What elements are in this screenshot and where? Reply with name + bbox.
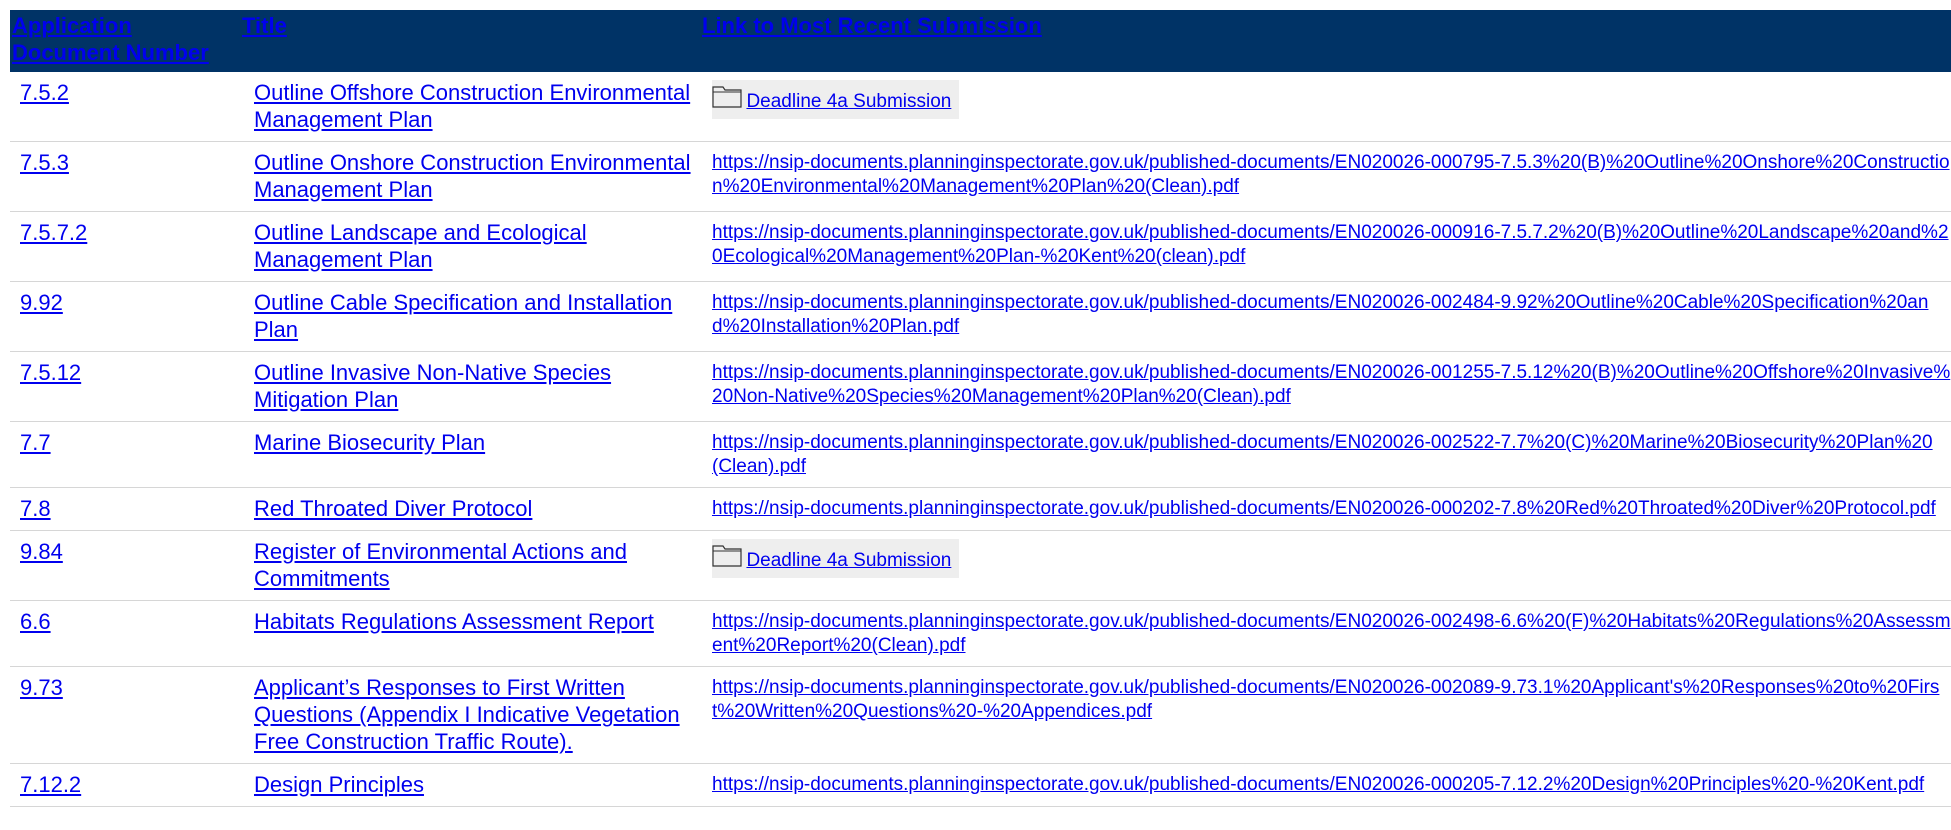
title-cell: Red Throated Diver Protocol: [240, 487, 700, 531]
submission-url-link[interactable]: https://nsip-documents.planninginspector…: [712, 497, 1951, 521]
folder-link-box: Deadline 4a Submission: [712, 539, 960, 578]
header-doc-number-link[interactable]: Application Document Number: [12, 13, 209, 65]
doc-number-link[interactable]: 7.5.3: [20, 150, 69, 175]
submission-url-link[interactable]: https://nsip-documents.planninginspector…: [712, 151, 1951, 199]
title-link[interactable]: Applicant’s Responses to First Written Q…: [254, 675, 680, 754]
table-row: 9.92 Outline Cable Specification and Inst…: [10, 281, 1951, 352]
table-row: 7.8 Red Throated Diver Protocol https://ns…: [10, 487, 1951, 531]
folder-icon: [712, 543, 742, 572]
title-cell: Applicant’s Responses to First Written Q…: [240, 666, 700, 764]
doc-number-link[interactable]: 7.5.7.2: [20, 220, 87, 245]
doc-number-cell: 7.5.3: [10, 141, 240, 212]
submission-link-cell: https://nsip-documents.planninginspector…: [700, 421, 1951, 488]
submission-link-cell: https://nsip-documents.planninginspector…: [700, 351, 1951, 422]
title-cell: Outline Invasive Non-Native Species Miti…: [240, 351, 700, 422]
submission-link-cell: https://nsip-documents.planninginspector…: [700, 141, 1951, 212]
submission-link-cell: https://nsip-documents.planninginspector…: [700, 487, 1951, 531]
title-link[interactable]: Outline Offshore Construction Environmen…: [254, 80, 690, 132]
title-link[interactable]: Outline Invasive Non-Native Species Miti…: [254, 360, 611, 412]
doc-number-cell: 9.73: [10, 666, 240, 764]
doc-number-cell: 7.5.12: [10, 351, 240, 422]
table-row: 9.84 Register of Environmental Actions an…: [10, 530, 1951, 601]
document-table: Application Document Number Title Link t…: [10, 10, 1951, 807]
doc-number-cell: 6.6: [10, 600, 240, 667]
submission-url-link[interactable]: https://nsip-documents.planninginspector…: [712, 610, 1951, 658]
table-row: 9.73 Applicant’s Responses to First Writt…: [10, 666, 1951, 764]
submission-link-cell: https://nsip-documents.planninginspector…: [700, 763, 1951, 807]
folder-link[interactable]: Deadline 4a Submission: [746, 91, 951, 112]
title-cell: Marine Biosecurity Plan: [240, 421, 700, 488]
doc-number-cell: 9.92: [10, 281, 240, 352]
doc-number-cell: 9.84: [10, 530, 240, 601]
table-row: 7.7 Marine Biosecurity Plan https://nsip-d…: [10, 421, 1951, 488]
table-row: 7.5.2 Outline Offshore Construction Envir…: [10, 72, 1951, 142]
submission-link-cell: https://nsip-documents.planninginspector…: [700, 600, 1951, 667]
submission-link-cell: https://nsip-documents.planninginspector…: [700, 281, 1951, 352]
header-link-link[interactable]: Link to Most Recent Submission: [702, 13, 1042, 38]
doc-number-cell: 7.7: [10, 421, 240, 488]
doc-number-link[interactable]: 9.84: [20, 539, 63, 564]
submission-url-link[interactable]: https://nsip-documents.planninginspector…: [712, 361, 1951, 409]
submission-link-cell: https://nsip-documents.planninginspector…: [700, 666, 1951, 764]
table-row: 7.12.2 Design Principles https://nsip-docu…: [10, 763, 1951, 807]
folder-link-box: Deadline 4a Submission: [712, 80, 960, 119]
title-link[interactable]: Outline Landscape and Ecological Managem…: [254, 220, 587, 272]
title-link[interactable]: Outline Cable Specification and Installa…: [254, 290, 672, 342]
folder-icon: [712, 84, 742, 113]
doc-number-link[interactable]: 7.7: [20, 430, 51, 455]
submission-link-cell: Deadline 4a Submission: [700, 530, 1951, 601]
title-cell: Outline Cable Specification and Installa…: [240, 281, 700, 352]
doc-number-link[interactable]: 9.92: [20, 290, 63, 315]
doc-number-link[interactable]: 9.73: [20, 675, 63, 700]
table-row: 6.6 Habitats Regulations Assessment Repor…: [10, 600, 1951, 667]
submission-url-link[interactable]: https://nsip-documents.planninginspector…: [712, 221, 1951, 269]
doc-number-cell: 7.5.2: [10, 72, 240, 142]
title-link[interactable]: Design Principles: [254, 772, 424, 797]
submission-url-link[interactable]: https://nsip-documents.planninginspector…: [712, 676, 1951, 724]
submission-link-cell: https://nsip-documents.planninginspector…: [700, 211, 1951, 282]
submission-url-link[interactable]: https://nsip-documents.planninginspector…: [712, 291, 1951, 339]
doc-number-cell: 7.8: [10, 487, 240, 531]
doc-number-cell: 7.12.2: [10, 763, 240, 807]
title-cell: Register of Environmental Actions and Co…: [240, 530, 700, 601]
document-table-container: Application Document Number Title Link t…: [10, 10, 1951, 807]
submission-url-link[interactable]: https://nsip-documents.planninginspector…: [712, 431, 1951, 479]
submission-link-cell: Deadline 4a Submission: [700, 72, 1951, 142]
header-title-link[interactable]: Title: [242, 13, 287, 38]
table-row: 7.5.3 Outline Onshore Construction Enviro…: [10, 141, 1951, 212]
doc-number-link[interactable]: 7.5.12: [20, 360, 81, 385]
table-row: 7.5.7.2 Outline Landscape and Ecological …: [10, 211, 1951, 282]
folder-link[interactable]: Deadline 4a Submission: [746, 550, 951, 571]
table-header: Application Document Number Title Link t…: [10, 10, 1951, 72]
doc-number-cell: 7.5.7.2: [10, 211, 240, 282]
doc-number-link[interactable]: 7.12.2: [20, 772, 81, 797]
doc-number-link[interactable]: 7.5.2: [20, 80, 69, 105]
doc-number-link[interactable]: 6.6: [20, 609, 51, 634]
table-body: 7.5.2 Outline Offshore Construction Envir…: [10, 72, 1951, 807]
title-link[interactable]: Marine Biosecurity Plan: [254, 430, 485, 455]
doc-number-link[interactable]: 7.8: [20, 496, 51, 521]
title-cell: Outline Onshore Construction Environment…: [240, 141, 700, 212]
header-title: Title: [240, 10, 700, 72]
title-cell: Habitats Regulations Assessment Report: [240, 600, 700, 667]
title-link[interactable]: Habitats Regulations Assessment Report: [254, 609, 654, 634]
header-doc-number: Application Document Number: [10, 10, 240, 72]
table-row: 7.5.12 Outline Invasive Non-Native Specie…: [10, 351, 1951, 422]
title-cell: Outline Offshore Construction Environmen…: [240, 72, 700, 142]
title-link[interactable]: Outline Onshore Construction Environment…: [254, 150, 691, 202]
header-row: Application Document Number Title Link t…: [10, 10, 1951, 72]
title-cell: Outline Landscape and Ecological Managem…: [240, 211, 700, 282]
title-link[interactable]: Red Throated Diver Protocol: [254, 496, 532, 521]
header-link: Link to Most Recent Submission: [700, 10, 1951, 72]
title-cell: Design Principles: [240, 763, 700, 807]
submission-url-link[interactable]: https://nsip-documents.planninginspector…: [712, 773, 1951, 797]
title-link[interactable]: Register of Environmental Actions and Co…: [254, 539, 627, 591]
